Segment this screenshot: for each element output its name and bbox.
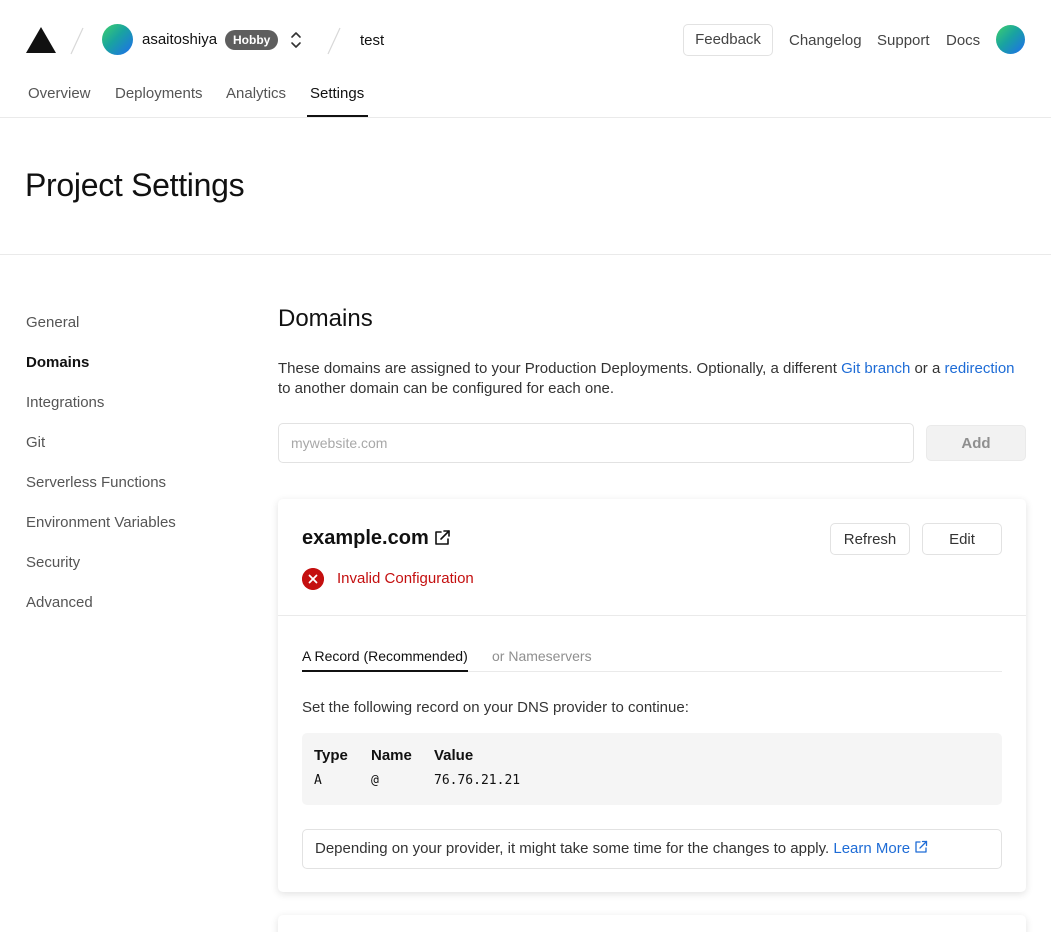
domain-card: example.com Refresh Edit Invalid Configu…: [278, 499, 1026, 892]
changelog-link[interactable]: Changelog: [789, 32, 862, 49]
description-text: These domains are assigned to your Produ…: [278, 360, 842, 377]
domain-input[interactable]: [278, 423, 914, 463]
description-text: to another domain can be configured for …: [278, 380, 615, 397]
top-navigation: asaitoshiya Hobby test Feedback Changelo…: [0, 0, 1051, 118]
tab-overview[interactable]: Overview: [28, 85, 91, 102]
domain-name[interactable]: example.com: [302, 527, 429, 550]
sidebar-item-general[interactable]: General: [26, 314, 79, 331]
note-text: Depending on your provider, it might tak…: [315, 840, 830, 857]
docs-link[interactable]: Docs: [946, 32, 980, 49]
tab-settings[interactable]: Settings: [310, 85, 364, 102]
user-avatar[interactable]: [996, 25, 1025, 54]
external-link-icon[interactable]: [914, 840, 928, 854]
header-divider: [0, 254, 1051, 255]
sidebar-item-serverless-functions[interactable]: Serverless Functions: [26, 474, 166, 491]
active-tab-indicator: [307, 115, 368, 117]
section-description: These domains are assigned to your Produ…: [278, 359, 1023, 399]
triangle-logo-icon[interactable]: [26, 27, 56, 53]
feedback-button[interactable]: Feedback: [683, 24, 773, 56]
active-record-tab-indicator: [302, 670, 468, 672]
section-title: Domains: [278, 305, 373, 332]
sidebar-item-security[interactable]: Security: [26, 554, 80, 571]
dns-record-table: Type Name Value A @ 76.76.21.21: [302, 733, 1002, 805]
edit-button[interactable]: Edit: [922, 523, 1002, 555]
tab-a-record[interactable]: A Record (Recommended): [302, 648, 468, 664]
plan-badge: Hobby: [225, 30, 279, 50]
record-name: @: [371, 773, 379, 788]
sidebar-item-environment-variables[interactable]: Environment Variables: [26, 514, 176, 531]
next-domain-card: [278, 915, 1026, 932]
tab-nameservers[interactable]: or Nameservers: [492, 648, 592, 664]
dns-instruction: Set the following record on your DNS pro…: [302, 699, 689, 716]
project-name[interactable]: test: [360, 32, 384, 49]
git-branch-link[interactable]: Git branch: [841, 360, 910, 377]
card-divider: [278, 615, 1026, 616]
team-name[interactable]: asaitoshiya: [142, 31, 217, 48]
column-header-name: Name: [371, 747, 412, 764]
column-header-type: Type: [314, 747, 348, 764]
record-value[interactable]: 76.76.21.21: [434, 773, 520, 788]
sidebar-item-advanced[interactable]: Advanced: [26, 594, 93, 611]
support-link[interactable]: Support: [877, 32, 930, 49]
tab-analytics[interactable]: Analytics: [226, 85, 286, 102]
breadcrumb-separator-icon: [70, 27, 84, 55]
propagation-note: Depending on your provider, it might tak…: [302, 829, 1002, 869]
refresh-button[interactable]: Refresh: [830, 523, 910, 555]
redirection-link[interactable]: redirection: [944, 360, 1014, 377]
description-text: or a: [910, 360, 945, 377]
sidebar-item-git[interactable]: Git: [26, 434, 45, 451]
record-type: A: [314, 773, 322, 788]
sidebar-item-domains[interactable]: Domains: [26, 354, 89, 371]
chevron-up-down-icon[interactable]: [289, 29, 303, 51]
breadcrumb-separator-icon: [327, 27, 341, 55]
page-title: Project Settings: [25, 167, 245, 203]
sidebar-item-integrations[interactable]: Integrations: [26, 394, 104, 411]
learn-more-link[interactable]: Learn More: [833, 840, 910, 857]
error-x-icon: [302, 568, 324, 590]
column-header-value: Value: [434, 747, 474, 764]
tab-deployments[interactable]: Deployments: [115, 85, 203, 102]
status-text: Invalid Configuration: [337, 570, 474, 587]
team-avatar[interactable]: [102, 24, 133, 55]
external-link-icon[interactable]: [433, 529, 451, 547]
add-domain-button[interactable]: Add: [926, 425, 1026, 461]
